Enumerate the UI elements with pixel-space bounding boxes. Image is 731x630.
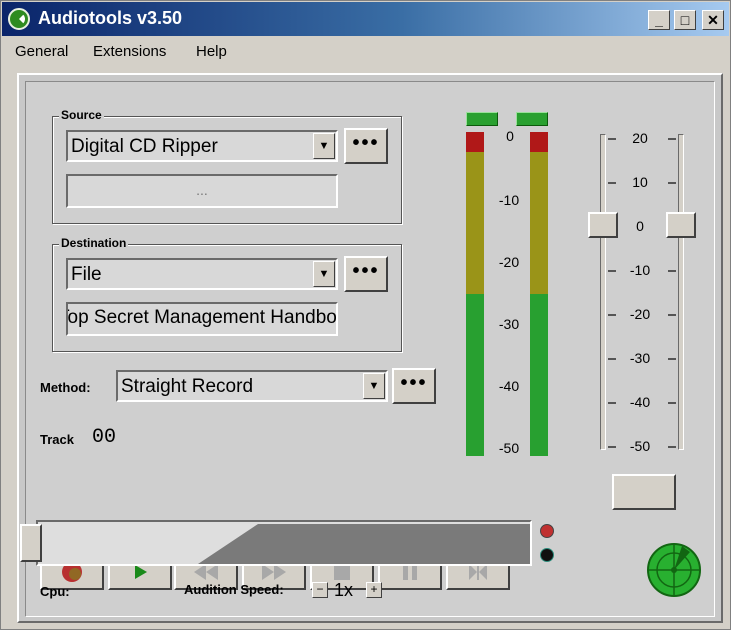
volume-label-20: 20 bbox=[632, 130, 648, 146]
destination-select-value: File bbox=[71, 264, 102, 285]
source-options-button[interactable]: ••• bbox=[344, 128, 388, 164]
source-label: Source bbox=[59, 108, 104, 122]
volume-label-neg50: -50 bbox=[629, 438, 651, 454]
meter-label-0: 0 bbox=[506, 128, 514, 144]
source-select-value: Digital CD Ripper bbox=[71, 136, 218, 157]
main-panel: Source Digital CD Ripper ▼ ••• ... Desti… bbox=[17, 73, 723, 623]
maximize-button[interactable]: □ bbox=[674, 10, 696, 30]
audition-speed-label: Audition Speed: bbox=[184, 582, 284, 597]
menu-help[interactable]: Help bbox=[196, 43, 227, 60]
destination-options-button[interactable]: ••• bbox=[344, 256, 388, 292]
minimize-button[interactable]: _ bbox=[648, 10, 670, 30]
speed-value: 1x bbox=[334, 580, 354, 600]
app-logo-icon[interactable] bbox=[8, 8, 30, 30]
chevron-down-icon[interactable]: ▼ bbox=[313, 133, 335, 159]
right-peak-indicator bbox=[516, 112, 548, 126]
volume-label-neg10: -10 bbox=[629, 262, 651, 278]
window-title: Audiotools v3.50 bbox=[38, 8, 183, 28]
source-detail-field[interactable]: ... bbox=[66, 174, 338, 208]
status-radar-icon bbox=[647, 543, 701, 597]
speed-increase-button[interactable]: + bbox=[366, 582, 382, 598]
speed-decrease-button[interactable]: − bbox=[312, 582, 328, 598]
meter-label-40: -40 bbox=[498, 378, 520, 394]
meter-label-10: -10 bbox=[498, 192, 520, 208]
method-label: Method: bbox=[40, 380, 91, 395]
track-number: 00 bbox=[92, 426, 117, 449]
app-window: Audiotools v3.50 _ □ ✕ General Extension… bbox=[0, 0, 731, 630]
right-volume-slider-thumb[interactable] bbox=[666, 212, 696, 238]
position-slider-handle[interactable] bbox=[20, 524, 42, 562]
method-select-value: Straight Record bbox=[121, 376, 254, 397]
meter-label-50: -50 bbox=[498, 440, 520, 456]
volume-label-neg20: -20 bbox=[629, 306, 651, 322]
chevron-down-icon[interactable]: ▼ bbox=[363, 373, 385, 399]
play-status-led bbox=[540, 548, 554, 562]
menu-bar: General Extensions Help bbox=[2, 37, 729, 65]
destination-label: Destination bbox=[59, 236, 129, 250]
position-ramp bbox=[198, 524, 530, 564]
position-bar[interactable] bbox=[36, 520, 532, 566]
cpu-label: Cpu: bbox=[40, 584, 70, 599]
volume-label-0: 0 bbox=[636, 218, 644, 234]
meter-label-20: -20 bbox=[498, 254, 520, 270]
right-level-meter bbox=[530, 132, 548, 456]
record-status-led bbox=[540, 524, 554, 538]
volume-label-10: 10 bbox=[632, 174, 648, 190]
method-select[interactable]: Straight Record ▼ bbox=[116, 370, 388, 402]
menu-extensions[interactable]: Extensions bbox=[93, 43, 166, 60]
destination-select[interactable]: File ▼ bbox=[66, 258, 338, 290]
left-peak-indicator bbox=[466, 112, 498, 126]
volume-label-neg30: -30 bbox=[629, 350, 651, 366]
right-volume-track[interactable] bbox=[678, 134, 684, 450]
title-bar[interactable]: Audiotools v3.50 _ □ ✕ bbox=[2, 2, 729, 36]
meter-label-30: -30 bbox=[498, 316, 520, 332]
source-select[interactable]: Digital CD Ripper ▼ bbox=[66, 130, 338, 162]
volume-link-button[interactable] bbox=[612, 474, 676, 510]
close-button[interactable]: ✕ bbox=[702, 10, 724, 30]
destination-path-field[interactable]: Top Secret Management Handbook bbox=[66, 302, 338, 336]
track-label: Track bbox=[40, 432, 74, 447]
chevron-down-icon[interactable]: ▼ bbox=[313, 261, 335, 287]
left-level-meter bbox=[466, 132, 484, 456]
left-volume-slider-thumb[interactable] bbox=[588, 212, 618, 238]
method-options-button[interactable]: ••• bbox=[392, 368, 436, 404]
volume-label-neg40: -40 bbox=[629, 394, 651, 410]
menu-general[interactable]: General bbox=[15, 43, 68, 60]
left-volume-track[interactable] bbox=[600, 134, 606, 450]
inner-panel: Source Digital CD Ripper ▼ ••• ... Desti… bbox=[20, 81, 715, 617]
